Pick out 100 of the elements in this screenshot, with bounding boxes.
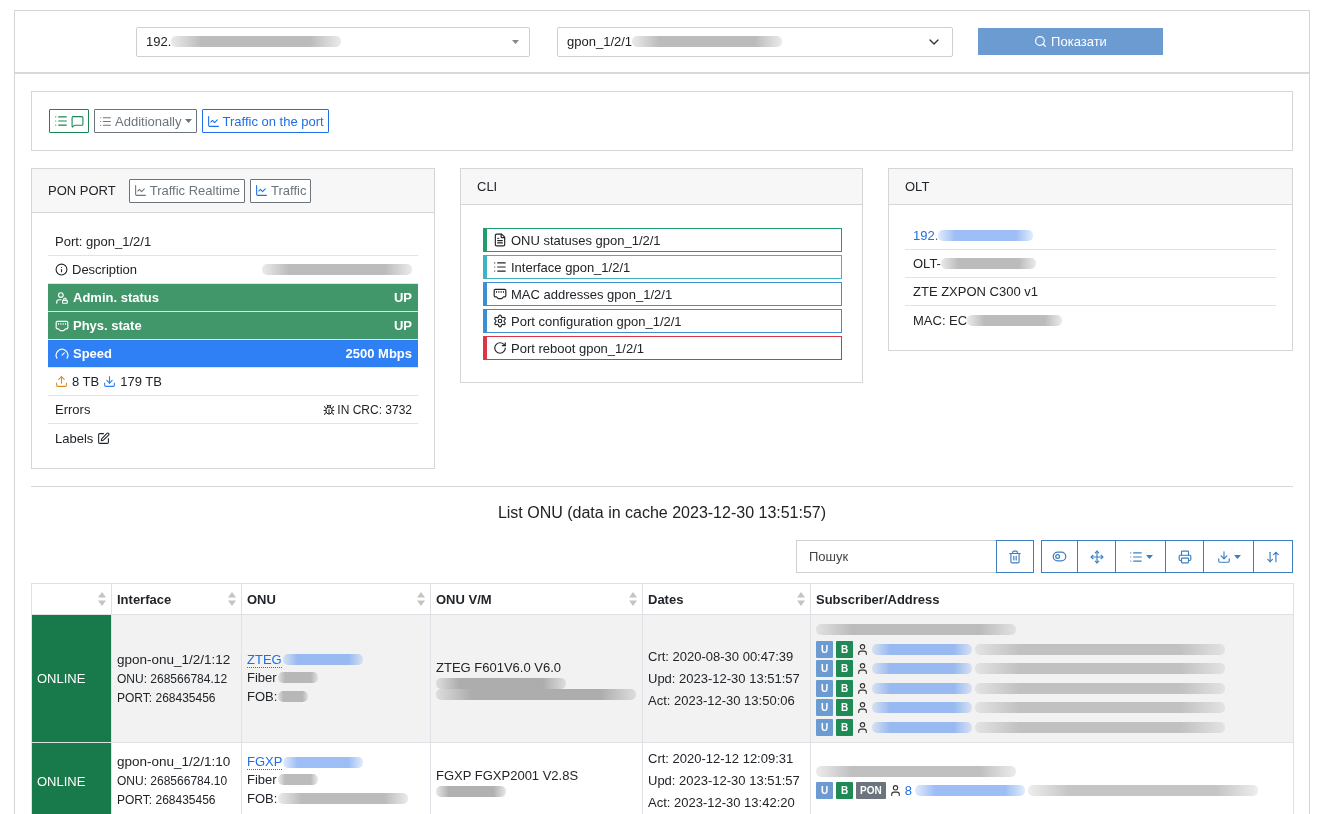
date-text: Upd: 2023-12-30 13:51:57: [648, 669, 801, 688]
tag-badge: B: [836, 640, 853, 658]
user-icon: [856, 662, 869, 676]
fob-label: FOB:: [247, 687, 278, 706]
column-header[interactable]: Dates: [642, 583, 811, 615]
cli-command-button[interactable]: Port configuration gpon_1/2/1: [483, 309, 842, 333]
blurred-text: [436, 785, 506, 797]
traffic-button[interactable]: Traffic: [250, 178, 312, 203]
olt-info-text: ZTE ZXPON C300 v1: [913, 284, 1038, 299]
cli-command-button[interactable]: ONU statuses gpon_1/2/1: [483, 228, 842, 252]
status-label: Speed: [73, 346, 112, 361]
date-text: Act: 2023-12-30 13:42:20: [648, 794, 796, 812]
trash-icon: [1008, 549, 1022, 564]
tag-badge: B: [836, 699, 853, 717]
olt-select[interactable]: 192.: [136, 26, 530, 57]
search-field[interactable]: Пошук: [796, 540, 996, 573]
icon-toggle-button[interactable]: [49, 109, 89, 133]
list-icon: [99, 114, 112, 128]
tag-badge: U: [816, 699, 833, 717]
port-id-text: PORT: 268435456: [117, 792, 217, 809]
traffic-button[interactable]: Traffic on the port: [201, 109, 329, 133]
line-chart-icon: [206, 114, 220, 128]
traffic-button[interactable]: Traffic Realtime: [128, 178, 245, 203]
bug-icon: [323, 403, 336, 416]
settings-icon: [493, 314, 507, 328]
document-icon: [493, 233, 507, 247]
olt-info-text: MAC: EC: [913, 312, 968, 328]
edit-icon: [97, 431, 111, 445]
print-button[interactable]: [1165, 540, 1204, 573]
fiber-label: Fiber: [247, 771, 277, 789]
status-value: 2500 Mbps: [345, 346, 412, 361]
caret-icon: [512, 39, 519, 44]
sort-icon: [1266, 549, 1280, 564]
upload-icon: [55, 375, 68, 388]
clear-button[interactable]: [996, 540, 1034, 573]
port-select[interactable]: gpon_1/2/1: [557, 26, 953, 57]
serial-link[interactable]: FGXP: [247, 754, 283, 770]
download-icon: [103, 375, 117, 388]
ethernet-port-icon: [55, 318, 69, 333]
gauge-icon: [55, 346, 69, 361]
caret-icon: [1233, 554, 1241, 559]
olt-info-text: OLT-: [913, 256, 941, 271]
user-icon: [856, 701, 869, 715]
status-label: Admin. status: [73, 290, 159, 305]
onu-id-text: ONU: 268566784.12: [117, 670, 229, 688]
printer-icon: [1177, 549, 1192, 564]
download-icon: [1216, 549, 1231, 564]
tag-badge: U: [816, 718, 833, 736]
resize-button[interactable]: [1077, 540, 1116, 573]
caret-icon: [1145, 554, 1153, 559]
user-lock-icon: [55, 290, 69, 305]
tag-badge: B: [836, 782, 853, 800]
date-text: Upd: 2023-12-30 13:51:57: [648, 772, 801, 790]
tag-badge: B: [836, 679, 853, 697]
toggle-icon: [1052, 549, 1067, 564]
cli-command-button[interactable]: Port reboot gpon_1/2/1: [483, 336, 842, 360]
blurred-text: [278, 690, 309, 702]
tag-badge: U: [816, 679, 833, 697]
cli-command-button[interactable]: Interface gpon_1/2/1: [483, 255, 842, 279]
interface-name: gpon-onu_1/2/1:10: [117, 753, 232, 771]
column-header[interactable]: ONU V/M: [430, 583, 643, 615]
line-chart-icon: [133, 184, 147, 197]
errors-value: IN CRC: 3732: [337, 402, 412, 417]
date-text: Crt: 2020-08-30 00:47:39: [648, 647, 795, 666]
olt-link[interactable]: 192.: [913, 228, 939, 243]
tag-badge: B: [836, 660, 853, 678]
sort-toggle-button[interactable]: [1253, 540, 1293, 573]
subscriber-link[interactable]: 8: [904, 783, 912, 799]
cli-command-button[interactable]: MAC addresses gpon_1/2/1: [483, 282, 842, 306]
list-title: List ONU (data in cache 2023-12-30 13:51:57): [496, 503, 828, 523]
tag-badge: PON: [856, 782, 886, 800]
column-header[interactable]: ONU: [241, 583, 431, 615]
errors-label: Errors: [55, 402, 91, 417]
reload-icon: [493, 341, 507, 355]
status-value: UP: [393, 290, 412, 305]
download-value: 179 TB: [120, 374, 162, 389]
serial-link[interactable]: ZTEG: [247, 651, 282, 668]
column-header[interactable]: Interface: [111, 583, 242, 615]
list-icon: [1128, 549, 1143, 564]
blurred-text: [277, 774, 318, 785]
select-value: 192.: [146, 34, 172, 49]
list-icon: [493, 260, 507, 274]
toggle-button[interactable]: [1041, 540, 1078, 573]
panel-title: CLI: [477, 179, 498, 194]
status-cell: ONLINE: [31, 742, 112, 814]
port-id-text: PORT: 268435456: [117, 689, 217, 707]
columns-dropdown[interactable]: [1115, 540, 1166, 573]
line-chart-icon: [255, 184, 268, 197]
panel-title: PON PORT: [48, 183, 116, 198]
tag-badge: B: [836, 718, 853, 736]
date-text: Act: 2023-12-30 13:50:06: [648, 691, 796, 710]
select-value: gpon_1/2/1: [567, 34, 633, 49]
export-dropdown[interactable]: [1203, 540, 1254, 573]
status-label: Phys. state: [73, 318, 142, 333]
onu-id-text: ONU: 268566784.10: [117, 773, 229, 790]
tag-badge: U: [816, 640, 833, 658]
tag-badge: U: [816, 782, 833, 800]
additionally-dropdown[interactable]: Additionally: [94, 109, 197, 133]
model-text: FGXP FGXP2001 V2.8S: [436, 766, 580, 785]
fiber-label: Fiber: [247, 668, 277, 687]
